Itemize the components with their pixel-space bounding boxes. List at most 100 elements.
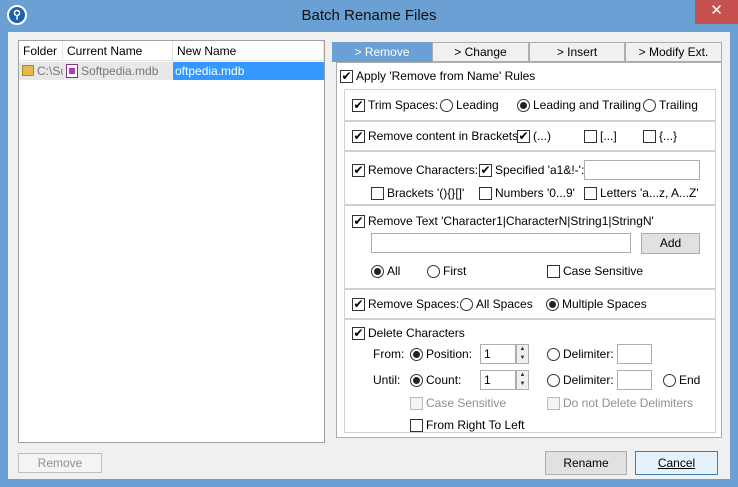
remove-text-label: Remove Text 'Character1|CharacterN|Strin…: [368, 214, 654, 228]
cancel-button[interactable]: Cancel: [635, 451, 718, 475]
file-list[interactable]: Folder Current Name New Name C:\Sc Softp…: [18, 40, 325, 443]
specified-chars-checkbox[interactable]: ✔: [479, 164, 492, 177]
until-count-radio[interactable]: [410, 374, 423, 387]
remove-characters-label: Remove Characters:: [368, 163, 479, 177]
remove-characters-group: ✔ Remove Characters: ✔ Specified 'a1&!-'…: [344, 151, 716, 205]
specified-chars-input[interactable]: [584, 160, 700, 180]
round-brackets-label: (...): [533, 129, 551, 143]
tab-change[interactable]: > Change: [432, 42, 529, 62]
trim-trailing-radio[interactable]: [643, 99, 656, 112]
remove-brackets-label: Remove content in Brackets:: [368, 129, 522, 143]
tab-remove[interactable]: > Remove: [332, 42, 432, 62]
rename-button[interactable]: Rename: [545, 451, 627, 475]
right-to-left-label: From Right To Left: [426, 418, 525, 432]
remove-all-radio[interactable]: [371, 265, 384, 278]
remove-characters-checkbox[interactable]: ✔: [352, 164, 365, 177]
add-button[interactable]: Add: [641, 233, 700, 254]
tab-modify-ext[interactable]: > Modify Ext.: [625, 42, 722, 62]
until-delimiter-radio[interactable]: [547, 374, 560, 387]
table-row[interactable]: C:\Sc Softpedia.mdb oftpedia.mdb: [19, 62, 324, 80]
until-delimiter-label: Delimiter:: [563, 373, 614, 387]
up-arrow-icon[interactable]: ▲: [517, 345, 528, 354]
remove-text-input[interactable]: [371, 233, 631, 253]
folder-icon: [22, 65, 34, 76]
from-position-radio[interactable]: [410, 348, 423, 361]
from-delimiter-radio[interactable]: [547, 348, 560, 361]
column-header-current-name[interactable]: Current Name: [63, 41, 173, 61]
down-arrow-icon[interactable]: ▼: [517, 354, 528, 363]
remove-button[interactable]: Remove: [18, 453, 102, 473]
trim-trailing-label: Trailing: [659, 98, 698, 112]
curly-brackets-checkbox[interactable]: [643, 130, 656, 143]
trim-spaces-group: ✔ Trim Spaces: Leading Leading and Trail…: [344, 89, 716, 121]
letters-chars-label: Letters 'a...z, A...Z': [600, 186, 699, 200]
from-delimiter-label: Delimiter:: [563, 347, 614, 361]
numbers-chars-checkbox[interactable]: [479, 187, 492, 200]
column-header-folder[interactable]: Folder: [19, 41, 63, 61]
down-arrow-icon[interactable]: ▼: [517, 380, 528, 389]
all-spaces-radio[interactable]: [460, 298, 473, 311]
remove-all-label: All: [387, 264, 401, 278]
square-brackets-label: [...]: [600, 129, 617, 143]
keep-delimiters-checkbox[interactable]: [547, 397, 560, 410]
until-label: Until:: [373, 373, 401, 387]
until-count-label: Count:: [426, 373, 462, 387]
delete-characters-checkbox[interactable]: ✔: [352, 327, 365, 340]
numbers-chars-label: Numbers '0...9': [495, 186, 575, 200]
apply-rules-checkbox[interactable]: ✔: [340, 70, 353, 83]
until-delimiter-input[interactable]: [617, 370, 652, 390]
remove-first-label: First: [443, 264, 467, 278]
text-case-sensitive-checkbox[interactable]: [547, 265, 560, 278]
until-count-stepper[interactable]: ▲ ▼: [516, 370, 529, 390]
right-to-left-checkbox[interactable]: [410, 419, 423, 432]
current-name-cell: Softpedia.mdb: [63, 62, 173, 80]
trim-spaces-label: Trim Spaces:: [368, 98, 439, 112]
square-brackets-checkbox[interactable]: [584, 130, 597, 143]
brackets-chars-label: Brackets '(){}[]': [387, 186, 465, 200]
until-end-radio[interactable]: [663, 374, 676, 387]
file-icon: [66, 64, 78, 78]
tab-insert[interactable]: > Insert: [529, 42, 625, 62]
title-bar: ⚲ Batch Rename Files ✕: [0, 0, 738, 32]
letters-chars-checkbox[interactable]: [584, 187, 597, 200]
round-brackets-checkbox[interactable]: ✔: [517, 130, 530, 143]
apply-rules-label: Apply 'Remove from Name' Rules: [356, 69, 536, 83]
trim-leading-label: Leading: [456, 98, 499, 112]
brackets-chars-checkbox[interactable]: [371, 187, 384, 200]
delete-case-sensitive-checkbox[interactable]: [410, 397, 423, 410]
close-icon[interactable]: ✕: [695, 0, 738, 24]
trim-spaces-checkbox[interactable]: ✔: [352, 99, 365, 112]
remove-spaces-group: ✔ Remove Spaces: All Spaces Multiple Spa…: [344, 289, 716, 319]
until-count-input[interactable]: 1: [480, 370, 516, 390]
remove-first-radio[interactable]: [427, 265, 440, 278]
from-position-stepper[interactable]: ▲ ▼: [516, 344, 529, 364]
from-position-input[interactable]: 1: [480, 344, 516, 364]
brackets-group: ✔ Remove content in Brackets: ✔ (...) [.…: [344, 121, 716, 151]
delete-characters-label: Delete Characters: [368, 326, 465, 340]
app-window: ⚲ Batch Rename Files ✕ Folder Current Na…: [0, 0, 738, 487]
trim-leading-radio[interactable]: [440, 99, 453, 112]
remove-text-group: ✔ Remove Text 'Character1|CharacterN|Str…: [344, 205, 716, 289]
trim-both-radio[interactable]: [517, 99, 530, 112]
remove-text-checkbox[interactable]: ✔: [352, 215, 365, 228]
until-end-label: End: [679, 373, 701, 387]
specified-chars-label: Specified 'a1&!-':: [495, 163, 585, 177]
column-header-new-name[interactable]: New Name: [173, 41, 324, 61]
from-position-label: Position:: [426, 347, 473, 361]
remove-brackets-checkbox[interactable]: ✔: [352, 130, 365, 143]
multiple-spaces-label: Multiple Spaces: [562, 297, 647, 311]
dialog-body: Folder Current Name New Name C:\Sc Softp…: [8, 32, 730, 479]
remove-panel: ✔ Apply 'Remove from Name' Rules ✔ Trim …: [336, 62, 722, 438]
text-case-sensitive-label: Case Sensitive: [563, 264, 644, 278]
up-arrow-icon[interactable]: ▲: [517, 371, 528, 380]
new-name-cell: oftpedia.mdb: [173, 62, 324, 80]
from-label: From:: [373, 347, 405, 361]
trim-both-label: Leading and Trailing: [533, 98, 642, 112]
multiple-spaces-radio[interactable]: [546, 298, 559, 311]
remove-spaces-checkbox[interactable]: ✔: [352, 298, 365, 311]
delete-case-sensitive-label: Case Sensitive: [426, 396, 507, 410]
all-spaces-label: All Spaces: [476, 297, 533, 311]
from-delimiter-input[interactable]: [617, 344, 652, 364]
window-title: Batch Rename Files: [301, 7, 437, 24]
rule-tabs: > Remove > Change > Insert > Modify Ext.: [332, 42, 722, 62]
